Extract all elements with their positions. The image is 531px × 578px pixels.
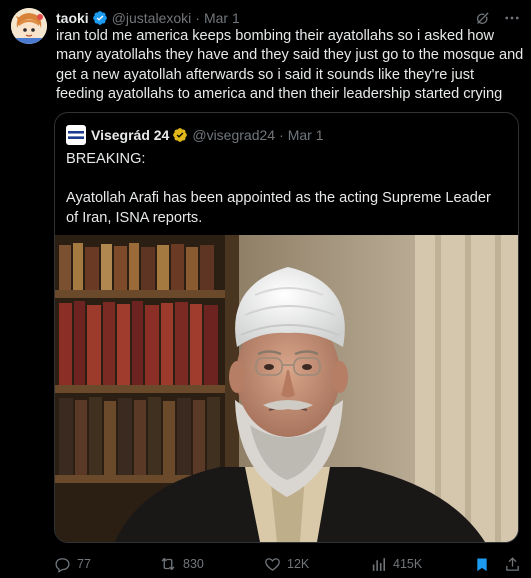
quoted-text-spacer: [66, 170, 506, 190]
reply-icon: [55, 557, 70, 573]
author-avatar[interactable]: [11, 8, 47, 44]
tweet-text: iran told me america keeps bombing their…: [56, 28, 524, 103]
reply-button[interactable]: 77: [54, 556, 91, 573]
quoted-text-line1: BREAKING:: [66, 151, 146, 167]
anime-character-avatar-icon: [11, 8, 47, 44]
author-handle[interactable]: @justalexoki: [112, 10, 192, 26]
like-button[interactable]: 12K: [264, 556, 309, 573]
verified-badge-icon: [92, 10, 108, 26]
bookmark-filled-icon: [477, 558, 487, 571]
bookmark-button[interactable]: [474, 556, 490, 573]
quoted-text: BREAKING: Ayatollah Arafi has been appoi…: [66, 150, 506, 228]
heart-icon: [265, 557, 280, 571]
quoted-author-handle[interactable]: @visegrad24: [192, 127, 275, 143]
tweet-header: taoki @justalexoki · Mar 1: [56, 8, 521, 28]
header-actions: [474, 9, 521, 27]
quoted-header: Visegrád 24 @visegrad24 · Mar 1: [66, 125, 324, 145]
separator-dot: ·: [279, 127, 284, 143]
visegrad-logo-icon: [66, 125, 86, 145]
share-icon: [506, 556, 519, 571]
repost-icon: [161, 557, 175, 571]
separator-dot: ·: [195, 10, 200, 26]
cleric-portrait-photo[interactable]: [55, 235, 518, 542]
quoted-tweet[interactable]: Visegrád 24 @visegrad24 · Mar 1 BREAKING…: [54, 112, 519, 543]
reply-count: 77: [77, 557, 91, 571]
like-count: 12K: [287, 557, 310, 571]
repost-button[interactable]: 830: [159, 555, 204, 573]
share-button[interactable]: [504, 556, 521, 573]
views-button[interactable]: 415K: [370, 556, 422, 573]
analytics-icon: [372, 557, 386, 571]
more-options-icon[interactable]: [503, 9, 521, 27]
view-count: 415K: [393, 557, 423, 571]
quoted-date[interactable]: Mar 1: [288, 127, 324, 143]
tweet-date[interactable]: Mar 1: [204, 10, 240, 26]
tweet-actions: 77 830 12K 415K: [54, 554, 520, 574]
repost-count: 830: [183, 557, 204, 571]
gold-verified-badge-icon: [172, 127, 188, 143]
author-name[interactable]: taoki: [56, 10, 89, 26]
grok-icon[interactable]: [474, 10, 491, 27]
tweet[interactable]: taoki @justalexoki · Mar 1 iran told me …: [0, 0, 531, 578]
quoted-text-line2: Ayatollah Arafi has been appointed as th…: [66, 190, 491, 226]
quoted-author-name[interactable]: Visegrád 24: [91, 127, 169, 143]
